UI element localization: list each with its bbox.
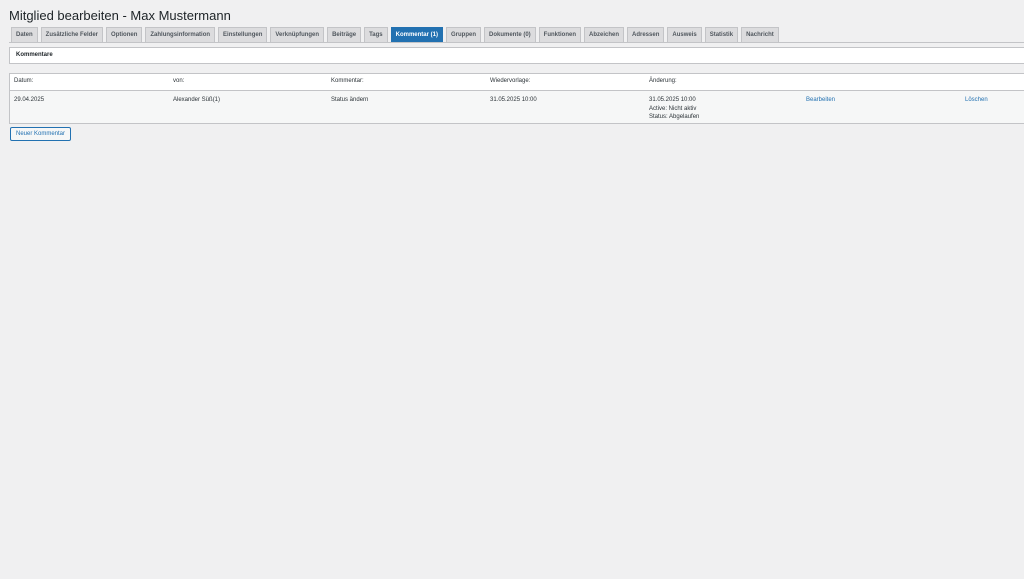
tab-abzeichen[interactable]: Abzeichen (584, 27, 625, 43)
header-kommentar: Kommentar: (331, 78, 364, 84)
table-row: 29.04.2025 Alexander Süß(1) Status änder… (10, 91, 1024, 123)
tab-nachricht[interactable]: Nachricht (741, 27, 779, 43)
cell-von: Alexander Süß(1) (173, 97, 221, 103)
page-title: Mitglied bearbeiten - Max Mustermann (9, 8, 231, 23)
edit-link[interactable]: Bearbeiten (806, 96, 835, 105)
tab-kommentar[interactable]: Kommentar (1) (390, 27, 443, 43)
comments-table: Datum: von: Kommentar: Wiedervorlage: Än… (9, 73, 1024, 124)
tab-adressen[interactable]: Adressen (627, 27, 665, 43)
tab-bar: Daten Zusätzliche Felder Optionen Zahlun… (11, 27, 779, 43)
cell-kommentar: Status ändern (331, 97, 369, 103)
tab-funktionen[interactable]: Funktionen (538, 27, 581, 43)
tab-zusaetzliche-felder[interactable]: Zusätzliche Felder (40, 27, 104, 43)
tab-optionen[interactable]: Optionen (106, 27, 143, 43)
tab-zahlungsinformation[interactable]: Zahlungsinformation (145, 27, 216, 43)
aenderung-date: 31.05.2025 10:00 (649, 97, 696, 103)
cell-wiedervorlage: 31.05.2025 10:00 (490, 97, 537, 103)
tabs-divider (9, 42, 1024, 43)
tab-tags[interactable]: Tags (364, 27, 388, 43)
table-header-row: Datum: von: Kommentar: Wiedervorlage: Än… (10, 74, 1024, 91)
header-wiedervorlage: Wiedervorlage: (490, 78, 531, 84)
header-aenderung: Änderung: (649, 78, 677, 84)
delete-link[interactable]: Löschen (965, 96, 988, 105)
new-comment-button[interactable]: Neuer Kommentar (10, 127, 72, 141)
cell-aenderung: 31.05.2025 10:00 Active: Nicht aktiv Sta… (649, 96, 699, 122)
comments-panel-header: Kommentare (9, 47, 1024, 64)
tab-dokumente[interactable]: Dokumente (0) (483, 27, 536, 43)
tab-gruppen[interactable]: Gruppen (445, 27, 481, 43)
tab-statistik[interactable]: Statistik (704, 27, 739, 43)
header-datum: Datum: (14, 78, 34, 84)
aenderung-active: Active: Nicht aktiv (649, 105, 697, 112)
panel-title: Kommentare (16, 52, 53, 58)
tab-einstellungen[interactable]: Einstellungen (218, 27, 268, 43)
tab-ausweis[interactable]: Ausweis (667, 27, 702, 43)
aenderung-status: Status: Abgelaufen (649, 114, 700, 120)
header-von: von: (173, 78, 185, 84)
tab-daten[interactable]: Daten (11, 27, 38, 43)
tab-beitraege[interactable]: Beiträge (327, 27, 362, 43)
cell-datum: 29.04.2025 (14, 97, 45, 103)
tab-verknuepfungen[interactable]: Verknüpfungen (270, 27, 325, 43)
